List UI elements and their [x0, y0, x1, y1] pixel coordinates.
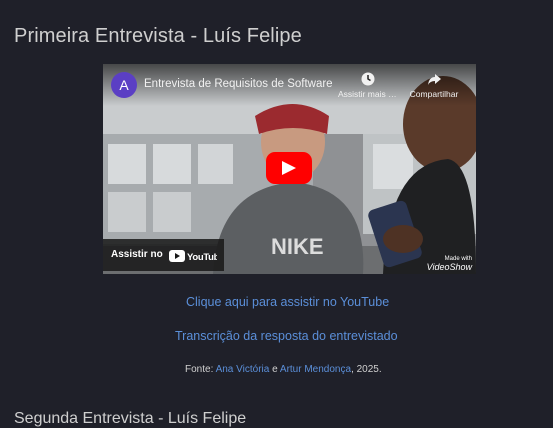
transcript-link[interactable]: Transcrição da resposta do entrevistado [175, 329, 398, 343]
svg-text:NIKE: NIKE [271, 234, 324, 259]
share-label: Compartilhar [409, 89, 459, 99]
watch-on-youtube-button[interactable]: Assistir no YouTube [103, 239, 224, 271]
source-credit: Fonte: Ana Victória e Artur Mendonça, 20… [185, 364, 382, 375]
video-top-bar: A Entrevista de Requisitos de Software A… [103, 64, 476, 106]
watch-later-label: Assistir mais tarde [338, 89, 398, 99]
share-button[interactable]: Compartilhar [404, 71, 464, 99]
videoshow-watermark: Made with VideoShow [426, 256, 472, 272]
youtube-link[interactable]: Clique aqui para assistir no YouTube [186, 295, 389, 309]
video-embed[interactable]: NIKE A Entrevista de Requisitos de Softw… [103, 64, 476, 274]
section-heading: Segunda Entrevista - Luís Felipe [14, 410, 247, 427]
author-link-artur[interactable]: Artur Mendonça [280, 364, 351, 375]
author-link-ana[interactable]: Ana Victória [216, 364, 270, 375]
watch-later-button[interactable]: Assistir mais tarde [338, 71, 398, 99]
watch-on-label: Assistir no [111, 249, 163, 260]
share-icon [428, 74, 441, 85]
clock-icon [361, 72, 375, 86]
video-title[interactable]: Entrevista de Requisitos de Software [144, 78, 334, 90]
play-button[interactable] [266, 152, 312, 184]
play-icon [282, 161, 296, 175]
channel-avatar[interactable]: A [111, 72, 137, 98]
youtube-logo: YouTube [169, 249, 224, 267]
page-title: Primeira Entrevista - Luís Felipe [14, 25, 302, 47]
svg-text:YouTube: YouTube [187, 252, 217, 262]
